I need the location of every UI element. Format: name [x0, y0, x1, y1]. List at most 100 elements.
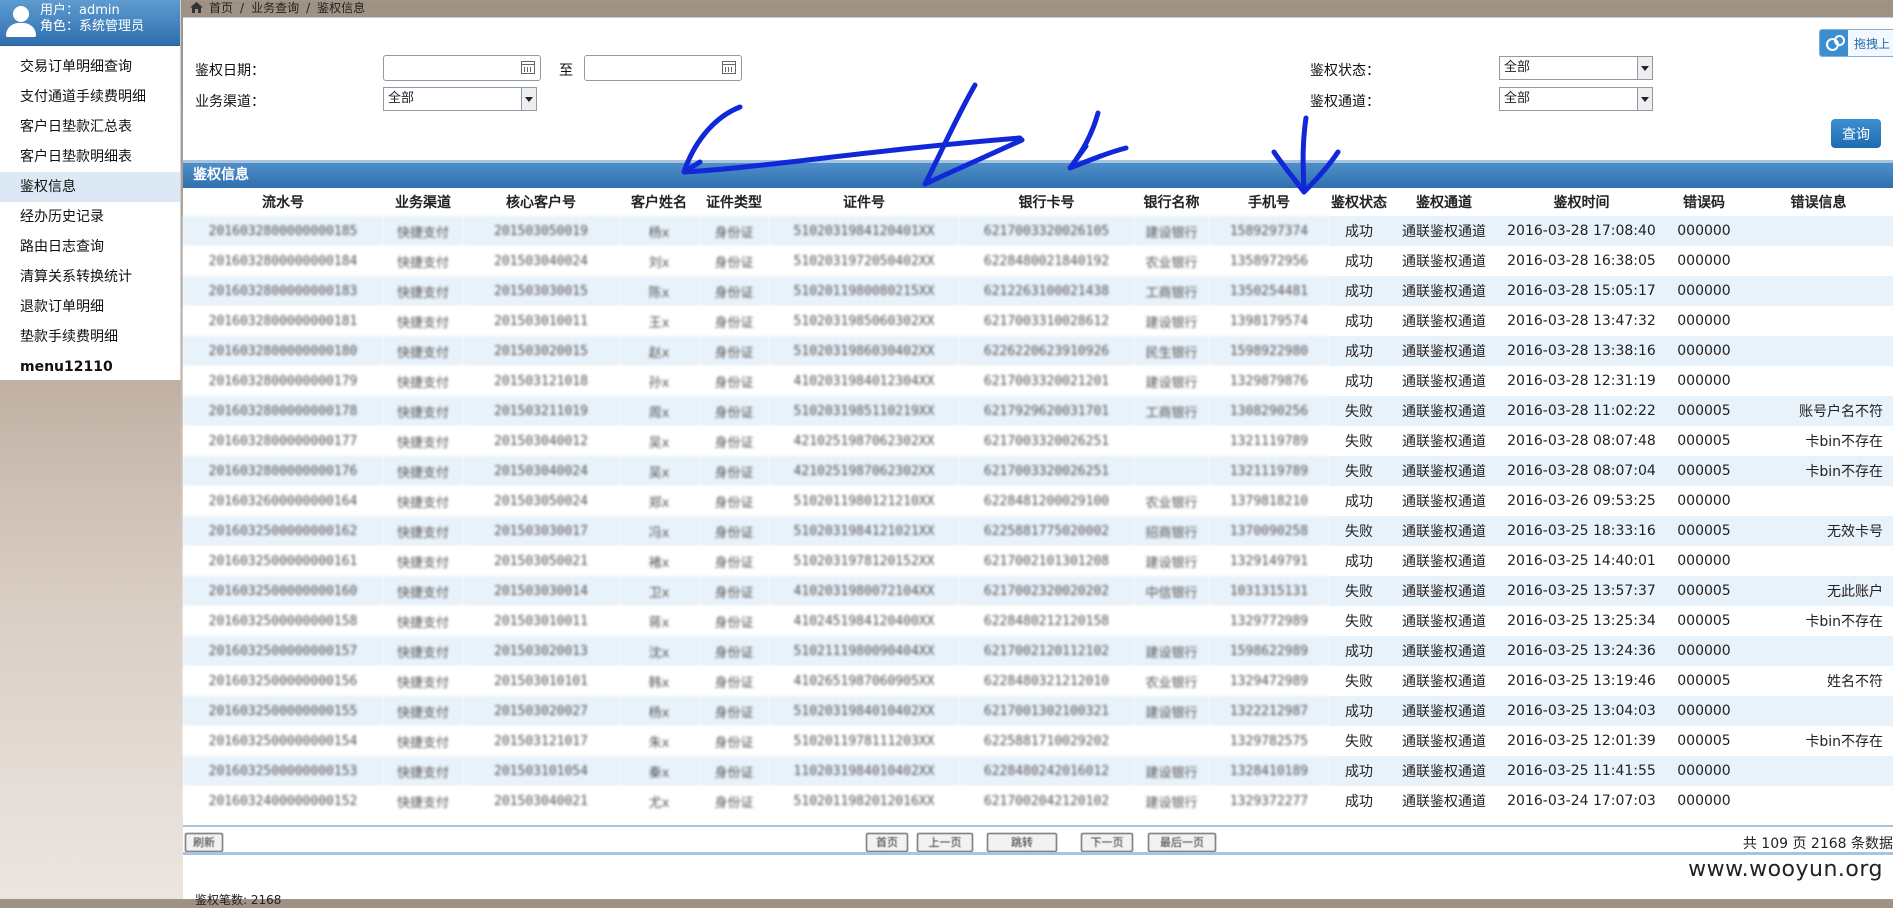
- auth-time-cell: 2016-03-25 18:33:16: [1499, 516, 1664, 546]
- menu-item-channel-fee[interactable]: 支付通道手续费明细: [0, 82, 180, 112]
- column-header[interactable]: 鉴权状态: [1329, 188, 1389, 216]
- auth-status-value: 全部: [1504, 60, 1531, 75]
- table-row[interactable]: 2016032500000000153 快捷支付 201503101054 秦x 身份证…: [183, 756, 1893, 786]
- column-header[interactable]: 业务渠道: [383, 188, 463, 216]
- column-header[interactable]: 鉴权时间: [1499, 188, 1664, 216]
- menu-item-refund-detail[interactable]: 退款订单明细: [0, 292, 180, 322]
- menu-item-menu12110[interactable]: menu12110: [0, 352, 180, 382]
- end-date-input[interactable]: [584, 55, 742, 81]
- business-channel-label: 业务渠道：: [195, 94, 265, 110]
- auth-status-cell: 成功: [1329, 276, 1389, 306]
- column-header[interactable]: 银行卡号: [959, 188, 1134, 216]
- menu-item-advance-fee-detail[interactable]: 垫款手续费明细: [0, 322, 180, 352]
- customer-name-cell: 沈x: [619, 636, 699, 666]
- user-info: 用户：admin 角色：系统管理员: [0, 0, 180, 46]
- menu-item-clearing-stats[interactable]: 清算关系转换统计: [0, 262, 180, 292]
- bank-name-cell: 农业银行: [1134, 246, 1209, 276]
- chevron-down-icon[interactable]: [521, 88, 536, 110]
- auth-channel-cell: 通联鉴权通道: [1389, 366, 1499, 396]
- table-row[interactable]: 2016032500000000162 快捷支付 201503030017 冯x 身份证…: [183, 516, 1893, 546]
- table-row[interactable]: 2016032800000000176 快捷支付 201503040024 吴x 身份证…: [183, 456, 1893, 486]
- first-page-button[interactable]: 首页: [866, 833, 908, 852]
- table-row[interactable]: 2016032500000000157 快捷支付 201503020013 沈x 身份证…: [183, 636, 1893, 666]
- table-row[interactable]: 2016032500000000156 快捷支付 201503010101 韩x 身份证…: [183, 666, 1893, 696]
- auth-time-cell: 2016-03-28 12:31:19: [1499, 366, 1664, 396]
- mobile-no-cell: 1329772989: [1209, 606, 1329, 636]
- table-row[interactable]: 2016032500000000155 快捷支付 201503020027 杨x 身份证…: [183, 696, 1893, 726]
- goto-page-input[interactable]: 跳转: [987, 833, 1057, 852]
- bank-card-no-cell: 6217002320020202: [959, 576, 1134, 606]
- id-type-cell: 身份证: [699, 276, 769, 306]
- error-info-cell: 姓名不符: [1744, 666, 1893, 696]
- bank-card-no-cell: 6217003320026251: [959, 426, 1134, 456]
- customer-name-cell: 王x: [619, 306, 699, 336]
- breadcrumb-home[interactable]: 首页: [209, 1, 233, 15]
- menu-item-auth-info[interactable]: 鉴权信息: [0, 172, 180, 202]
- core-customer-no-cell: 201503040021: [463, 786, 619, 816]
- table-row[interactable]: 2016032500000000161 快捷支付 201503050021 褚x 身份证…: [183, 546, 1893, 576]
- auth-time-cell: 2016-03-25 13:25:34: [1499, 606, 1664, 636]
- id-type-cell: 身份证: [699, 366, 769, 396]
- business-channel-select[interactable]: 全部: [383, 87, 537, 111]
- customer-name-cell: 冯x: [619, 516, 699, 546]
- column-header[interactable]: 客户姓名: [619, 188, 699, 216]
- auth-status-select[interactable]: 全部: [1499, 56, 1653, 80]
- refresh-button[interactable]: 刷新: [185, 833, 223, 852]
- error-code-cell: 000000: [1664, 696, 1744, 726]
- error-info-cell: [1744, 486, 1893, 516]
- column-header[interactable]: 流水号: [183, 188, 383, 216]
- table-row[interactable]: 2016032500000000154 快捷支付 201503121017 朱x 身份证…: [183, 726, 1893, 756]
- start-date-input[interactable]: [383, 55, 541, 81]
- table-row[interactable]: 2016032800000000180 快捷支付 201503020015 赵x 身份证…: [183, 336, 1893, 366]
- table-row[interactable]: 2016032800000000179 快捷支付 201503121018 孙x 身份证…: [183, 366, 1893, 396]
- table-row[interactable]: 2016032500000000158 快捷支付 201503010011 蒋x 身份证…: [183, 606, 1893, 636]
- table-row[interactable]: 2016032800000000183 快捷支付 201503030015 陈x 身份证…: [183, 276, 1893, 306]
- table-row[interactable]: 2016032800000000178 快捷支付 201503211019 周x 身份证…: [183, 396, 1893, 426]
- chevron-down-icon[interactable]: [1637, 88, 1652, 110]
- auth-time-cell: 2016-03-28 11:02:22: [1499, 396, 1664, 426]
- table-row[interactable]: 2016032500000000160 快捷支付 201503030014 卫x 身份证…: [183, 576, 1893, 606]
- table-row[interactable]: 2016032800000000184 快捷支付 201503040024 刘x 身份证…: [183, 246, 1893, 276]
- mobile-no-cell: 1598622989: [1209, 636, 1329, 666]
- core-customer-no-cell: 201503020015: [463, 336, 619, 366]
- auth-time-cell: 2016-03-28 15:05:17: [1499, 276, 1664, 306]
- column-header[interactable]: 鉴权通道: [1389, 188, 1499, 216]
- id-number-cell: 1102031984010402XX: [769, 756, 959, 786]
- watermark: www.wooyun.org: [1688, 857, 1883, 882]
- menu-item-daily-advance-summary[interactable]: 客户日垫款汇总表: [0, 112, 180, 142]
- id-type-cell: 身份证: [699, 216, 769, 246]
- query-button[interactable]: 查询: [1831, 119, 1881, 148]
- next-page-button[interactable]: 下一页: [1081, 833, 1133, 852]
- menu-item-order-detail[interactable]: 交易订单明细查询: [0, 52, 180, 82]
- chevron-down-icon[interactable]: [1637, 57, 1652, 79]
- column-header[interactable]: 错误码: [1664, 188, 1744, 216]
- column-header[interactable]: 手机号: [1209, 188, 1329, 216]
- table-row[interactable]: 2016032600000000164 快捷支付 201503050024 郑x 身份证…: [183, 486, 1893, 516]
- breadcrumb-level1[interactable]: 业务查询: [251, 1, 299, 15]
- id-number-cell: 5102031985110219XX: [769, 396, 959, 426]
- column-header[interactable]: 银行名称: [1134, 188, 1209, 216]
- bank-name-cell: 建设银行: [1134, 546, 1209, 576]
- menu-item-handling-history[interactable]: 经办历史记录: [0, 202, 180, 232]
- last-page-button[interactable]: 最后一页: [1148, 833, 1216, 852]
- table-row[interactable]: 2016032800000000181 快捷支付 201503010011 王x 身份证…: [183, 306, 1893, 336]
- calendar-icon[interactable]: [521, 61, 535, 74]
- customer-name-cell: 刘x: [619, 246, 699, 276]
- drag-upload-button[interactable]: 拖拽上: [1819, 29, 1893, 57]
- bank-name-cell: 建设银行: [1134, 306, 1209, 336]
- calendar-icon[interactable]: [722, 61, 736, 74]
- column-header[interactable]: 证件类型: [699, 188, 769, 216]
- column-header[interactable]: 核心客户号: [463, 188, 619, 216]
- auth-status-cell: 失败: [1329, 396, 1389, 426]
- table-row[interactable]: 2016032800000000185 快捷支付 201503050019 杨x 身份证…: [183, 216, 1893, 246]
- prev-page-button[interactable]: 上一页: [917, 833, 973, 852]
- column-header[interactable]: 证件号: [769, 188, 959, 216]
- table-row[interactable]: 2016032800000000177 快捷支付 201503040012 吴x 身份证…: [183, 426, 1893, 456]
- auth-channel-select[interactable]: 全部: [1499, 87, 1653, 111]
- menu-item-route-log[interactable]: 路由日志查询: [0, 232, 180, 262]
- menu-item-daily-advance-detail[interactable]: 客户日垫款明细表: [0, 142, 180, 172]
- table-row[interactable]: 2016032400000000152 快捷支付 201503040021 尤x 身份证…: [183, 786, 1893, 816]
- auth-time-cell: 2016-03-28 13:47:32: [1499, 306, 1664, 336]
- column-header[interactable]: 错误信息: [1744, 188, 1893, 216]
- auth-date-label: 鉴权日期：: [195, 63, 265, 79]
